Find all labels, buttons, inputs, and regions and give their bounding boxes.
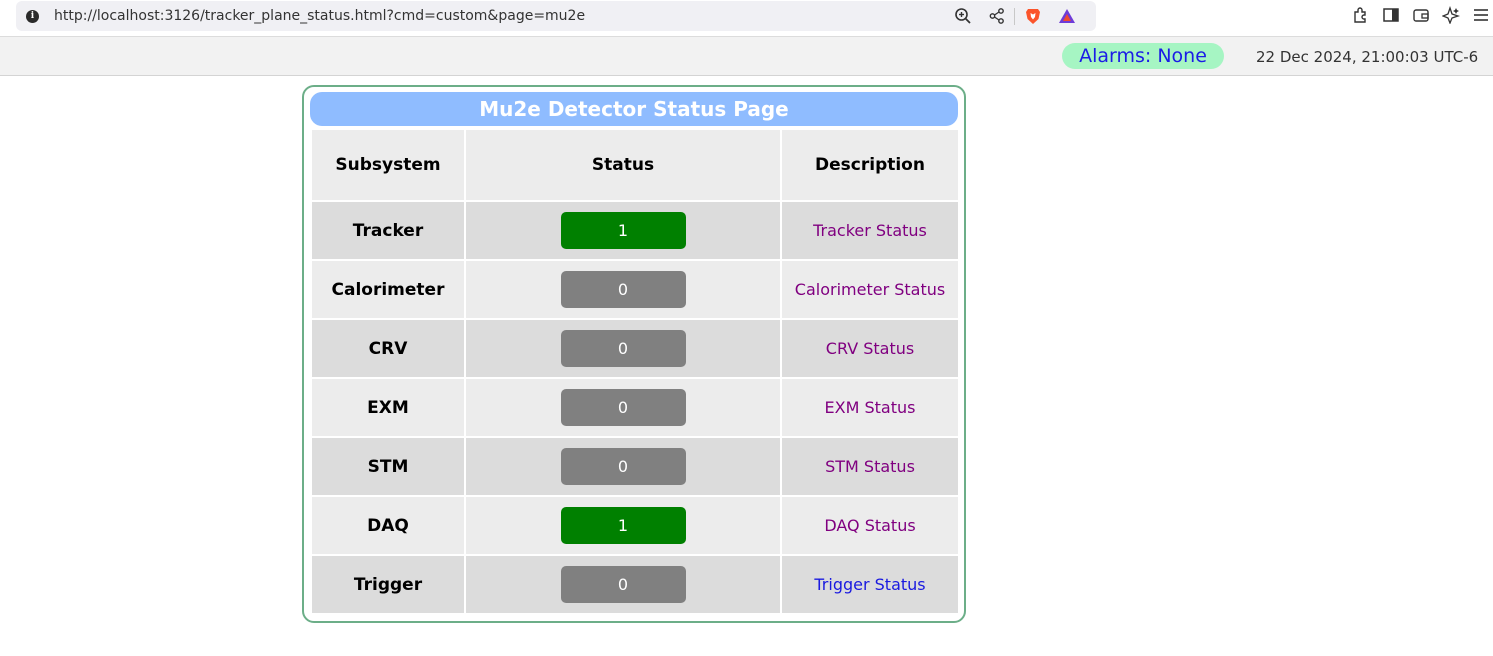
info-icon[interactable]: i [26,10,39,23]
status-indicator[interactable]: 1 [560,212,686,249]
description-cell: Tracker Status [782,202,958,259]
table-row-crv: CRV 0 CRV Status [312,320,958,377]
table-row-daq: DAQ 1 DAQ Status [312,497,958,554]
status-cell: 0 [466,261,780,318]
page-title: Mu2e Detector Status Page [310,92,958,126]
sidebar-icon[interactable] [1382,6,1400,24]
status-table: Subsystem Status Description Tracker 1 T… [310,128,960,615]
description-link[interactable]: Trigger Status [814,575,925,594]
status-cell: 0 [466,556,780,613]
alarm-header: Alarms: None 22 Dec 2024, 21:00:03 UTC-6 [0,37,1493,76]
subsystem-name: STM [312,438,464,495]
column-header-status: Status [466,130,780,200]
description-cell: EXM Status [782,379,958,436]
status-cell: 0 [466,438,780,495]
status-indicator[interactable]: 0 [560,566,686,603]
description-link[interactable]: CRV Status [826,339,914,358]
description-cell: Trigger Status [782,556,958,613]
description-link[interactable]: Tracker Status [813,221,927,240]
toolbar-divider [1014,8,1015,25]
detector-status-panel: Mu2e Detector Status Page Subsystem Stat… [302,85,966,623]
zoom-icon[interactable] [954,7,972,25]
status-indicator[interactable]: 0 [560,271,686,308]
brave-shields-icon[interactable] [1024,7,1042,25]
table-row-calorimeter: Calorimeter 0 Calorimeter Status [312,261,958,318]
status-cell: 1 [466,202,780,259]
table-row-tracker: Tracker 1 Tracker Status [312,202,958,259]
status-indicator[interactable]: 0 [560,330,686,367]
status-cell: 0 [466,320,780,377]
description-cell: DAQ Status [782,497,958,554]
description-cell: CRV Status [782,320,958,377]
description-link[interactable]: EXM Status [825,398,916,417]
column-header-subsystem: Subsystem [312,130,464,200]
browser-toolbar: i http://localhost:3126/tracker_plane_st… [0,0,1493,37]
table-row-stm: STM 0 STM Status [312,438,958,495]
status-indicator[interactable]: 0 [560,448,686,485]
status-cell: 0 [466,379,780,436]
description-cell: STM Status [782,438,958,495]
clock-datetime: 22 Dec 2024, 21:00:03 UTC-6 [1256,48,1479,66]
wallet-icon[interactable] [1412,6,1430,24]
subsystem-name: Calorimeter [312,261,464,318]
table-row-trigger: Trigger 0 Trigger Status [312,556,958,613]
subsystem-name: DAQ [312,497,464,554]
description-link[interactable]: DAQ Status [824,516,915,535]
status-indicator[interactable]: 0 [560,389,686,426]
url-text[interactable]: http://localhost:3126/tracker_plane_stat… [54,8,585,24]
share-icon[interactable] [988,7,1006,25]
menu-icon[interactable] [1472,6,1490,24]
address-bar[interactable]: i http://localhost:3126/tracker_plane_st… [16,1,1096,31]
subsystem-name: CRV [312,320,464,377]
subsystem-name: Trigger [312,556,464,613]
description-cell: Calorimeter Status [782,261,958,318]
subsystem-name: Tracker [312,202,464,259]
status-indicator[interactable]: 1 [560,507,686,544]
description-link[interactable]: Calorimeter Status [795,280,945,299]
extensions-icon[interactable] [1352,6,1370,24]
description-link[interactable]: STM Status [825,457,915,476]
column-header-description: Description [782,130,958,200]
subsystem-name: EXM [312,379,464,436]
table-row-exm: EXM 0 EXM Status [312,379,958,436]
status-cell: 1 [466,497,780,554]
leo-ai-icon[interactable] [1442,6,1460,24]
alarms-badge[interactable]: Alarms: None [1062,43,1224,69]
brave-rewards-icon[interactable] [1058,7,1076,25]
